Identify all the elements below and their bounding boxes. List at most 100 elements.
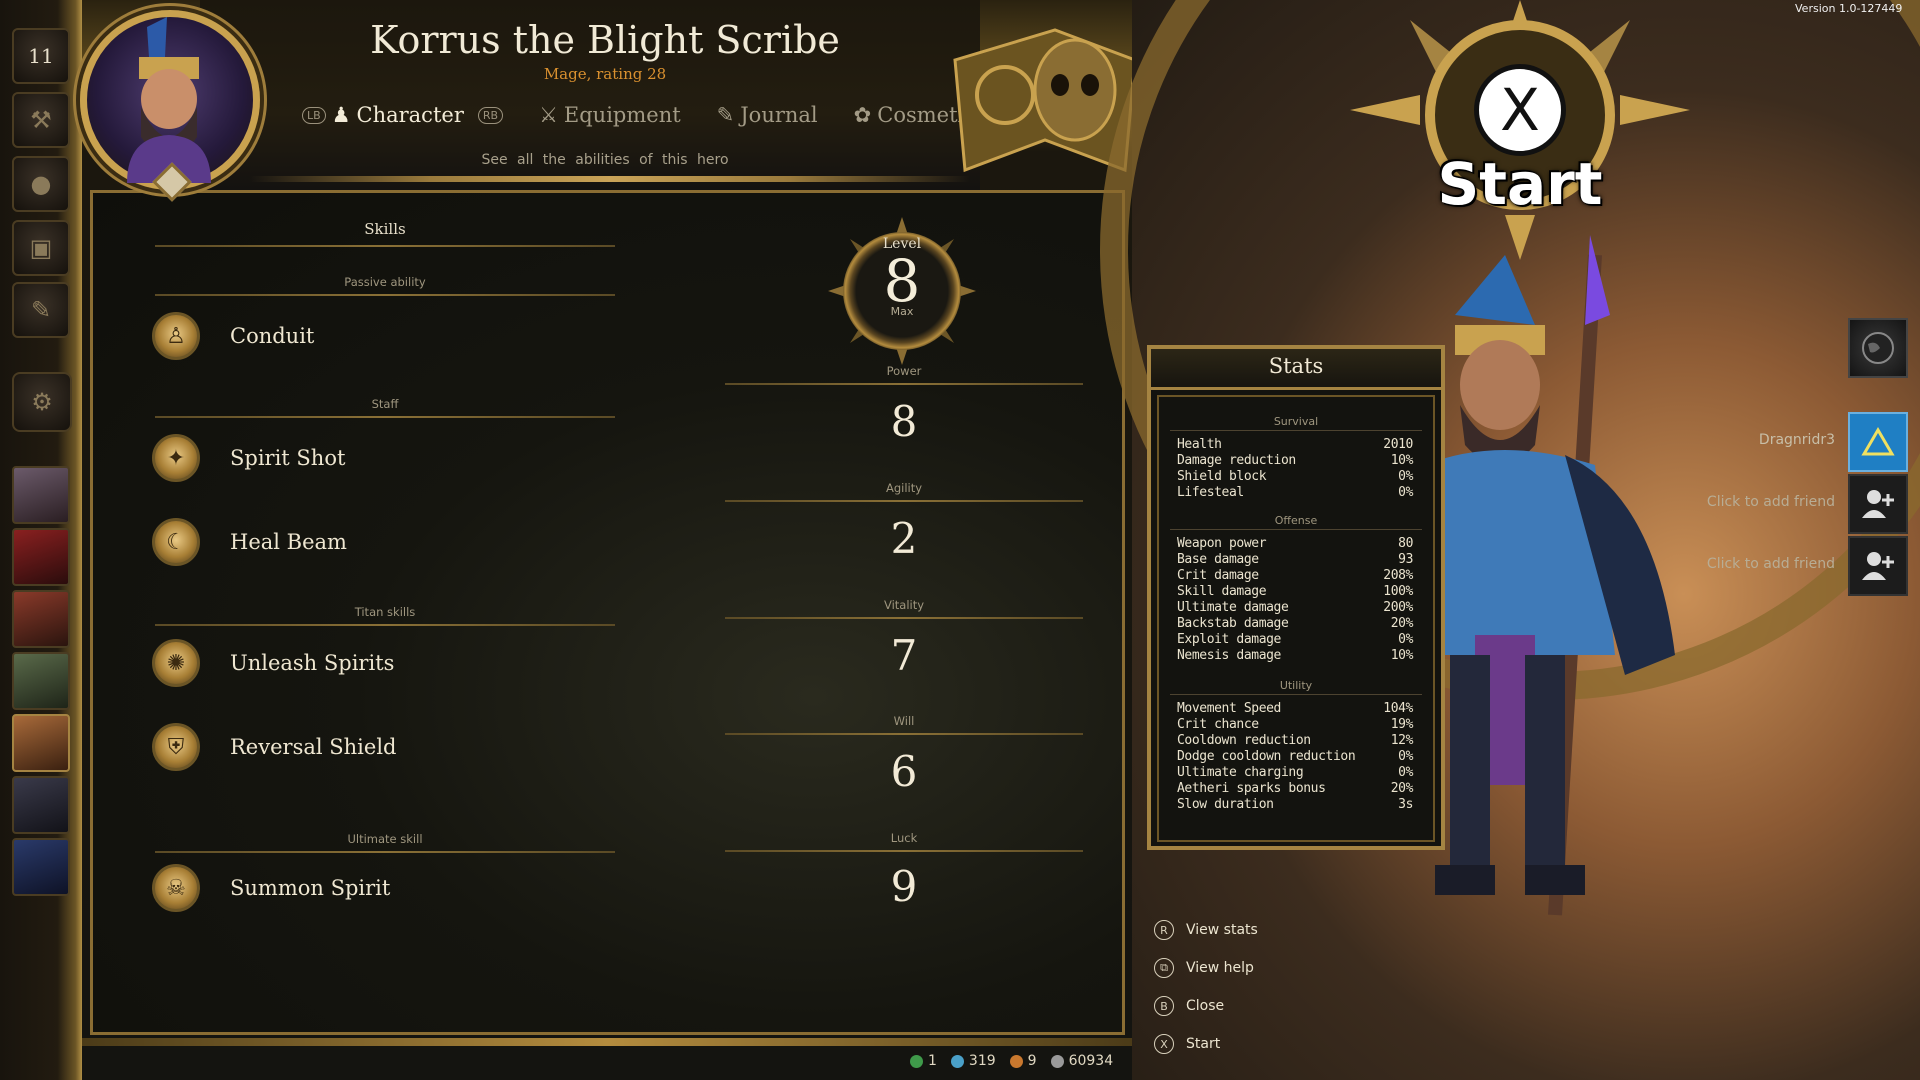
start-control[interactable]: X Start: [1154, 1034, 1220, 1054]
hero-portrait-4[interactable]: [12, 652, 70, 710]
hero-portrait-1[interactable]: [12, 466, 70, 524]
tab-character[interactable]: LB ♟ Character RB: [298, 98, 521, 132]
skill-unleash-spirits-label: Unleash Spirits: [230, 651, 395, 675]
bag-icon[interactable]: ●: [12, 156, 70, 212]
stat-name: Lifesteal: [1177, 485, 1244, 500]
group-ultimate-divider: [155, 851, 615, 853]
settings-icon[interactable]: ⚙: [12, 372, 72, 432]
stats-utility-label: Utility: [1279, 679, 1313, 692]
stat-value: 2010: [1383, 437, 1413, 452]
skill-conduit[interactable]: ♙ Conduit: [152, 310, 314, 362]
player-avatar[interactable]: [1848, 412, 1908, 472]
chest-icon[interactable]: ▣: [12, 220, 70, 276]
tab-description: See all the abilities of this hero: [481, 152, 729, 168]
globe-icon[interactable]: [1848, 318, 1908, 378]
stats-offense-label: Offense: [1274, 514, 1318, 527]
currency-1: 1: [910, 1053, 937, 1069]
hero-portrait-3[interactable]: [12, 590, 70, 648]
tab-journal[interactable]: ✎ Journal: [699, 98, 836, 132]
attr-agility-divider: [725, 500, 1083, 502]
stat-value: 10%: [1390, 648, 1414, 663]
stat-name: Damage reduction: [1177, 453, 1296, 468]
stats-offense-divider: [1170, 529, 1422, 530]
stat-row: Ultimate damage 200%: [1177, 600, 1413, 616]
hero-portrait-5[interactable]: [12, 714, 70, 772]
stat-name: Aetheri sparks bonus: [1177, 781, 1326, 796]
stat-row: Health 2010: [1177, 437, 1413, 453]
rank-button[interactable]: 11: [12, 28, 70, 84]
hero-portrait-2[interactable]: [12, 528, 70, 586]
hero-class-rating: Mage, rating 28: [543, 65, 667, 83]
add-friend-button-2[interactable]: [1848, 536, 1908, 596]
stat-name: Movement Speed: [1177, 701, 1281, 716]
lb-button-icon: LB: [302, 106, 326, 124]
attr-will-label: Will: [893, 714, 915, 728]
stats-utility-divider: [1170, 694, 1422, 695]
add-friend-icon: [1862, 490, 1894, 518]
attr-agility-value: 2: [890, 514, 918, 563]
stat-value: 0%: [1398, 485, 1413, 500]
stat-row: Base damage 93: [1177, 552, 1413, 568]
close-control[interactable]: B Close: [1154, 996, 1224, 1016]
coin-icon: [1050, 1054, 1064, 1068]
spirit-shot-icon: ✦: [152, 434, 200, 482]
tab-equipment[interactable]: ⚔ Equipment: [521, 98, 699, 132]
view-stats-control[interactable]: R View stats: [1154, 920, 1258, 940]
attr-vitality-value: 7: [890, 631, 918, 680]
attr-luck-divider: [725, 850, 1083, 852]
quill-icon[interactable]: ✎: [12, 282, 70, 338]
stat-name: Crit chance: [1177, 717, 1259, 732]
stat-row: Crit damage 208%: [1177, 568, 1413, 584]
hero-portrait-7[interactable]: [12, 838, 70, 896]
stat-row: Weapon power 80: [1177, 536, 1413, 552]
stat-name: Exploit damage: [1177, 632, 1281, 647]
attr-agility-label: Agility: [885, 481, 923, 495]
skill-spirit-shot-label: Spirit Shot: [230, 446, 346, 470]
anvil-icon[interactable]: ⚒: [12, 92, 70, 148]
currency-1-value: 1: [928, 1053, 937, 1069]
conduit-icon: ♙: [152, 312, 200, 360]
currency-2-value: 319: [968, 1053, 996, 1069]
group-passive-label: Passive ability: [344, 275, 426, 289]
start-x-button-icon[interactable]: X: [1474, 64, 1566, 156]
skill-heal-beam[interactable]: ☾ Heal Beam: [152, 516, 347, 568]
stat-row: Skill damage 100%: [1177, 584, 1413, 600]
stat-row: Slow duration 3s: [1177, 797, 1413, 813]
stat-name: Health: [1177, 437, 1222, 452]
skill-reversal-shield[interactable]: ⛨ Reversal Shield: [152, 721, 396, 773]
attr-power-label: Power: [886, 364, 922, 378]
stats-survival-label: Survival: [1273, 415, 1319, 428]
hero-portrait-6[interactable]: [12, 776, 70, 834]
start-badge-label[interactable]: Start: [1420, 150, 1620, 218]
stat-row: Nemesis damage 10%: [1177, 648, 1413, 664]
attr-power-value: 8: [890, 397, 918, 446]
stat-name: Shield block: [1177, 469, 1267, 484]
currency-3-value: 9: [1027, 1053, 1037, 1069]
stat-value: 93: [1398, 552, 1413, 567]
add-friend-button-1[interactable]: [1848, 474, 1908, 534]
stat-row: Lifesteal 0%: [1177, 485, 1413, 501]
tab-equipment-label: Equipment: [563, 103, 681, 127]
rb-button-icon: RB: [477, 106, 504, 124]
skill-unleash-spirits[interactable]: ✺ Unleash Spirits: [152, 637, 394, 689]
tab-bar: LB ♟ Character RB ⚔ Equipment ✎ Journal …: [298, 98, 1005, 132]
stat-value: 3s: [1398, 797, 1413, 812]
group-staff-divider: [155, 416, 615, 418]
unleash-spirits-icon: ✺: [152, 639, 200, 687]
stat-value: 20%: [1390, 616, 1414, 631]
summon-spirit-icon: ☠: [152, 864, 200, 912]
skill-spirit-shot[interactable]: ✦ Spirit Shot: [152, 432, 345, 484]
stat-name: Ultimate charging: [1177, 765, 1304, 780]
x-button-icon: X: [1154, 1034, 1174, 1054]
view-help-control[interactable]: ⧉ View help: [1154, 958, 1254, 978]
stat-value: 10%: [1390, 453, 1414, 468]
add-friend-label-2: Click to add friend: [1706, 556, 1835, 572]
currency-3: 9: [1009, 1053, 1037, 1069]
currency-2: 319: [950, 1053, 996, 1069]
skill-summon-spirit[interactable]: ☠ Summon Spirit: [152, 862, 390, 914]
heal-beam-icon: ☾: [152, 518, 200, 566]
version-label: Version 1.0-127449: [1795, 2, 1903, 15]
currency-4-value: 60934: [1068, 1053, 1114, 1069]
skill-conduit-label: Conduit: [230, 324, 315, 348]
hero-face-icon: [127, 17, 211, 183]
